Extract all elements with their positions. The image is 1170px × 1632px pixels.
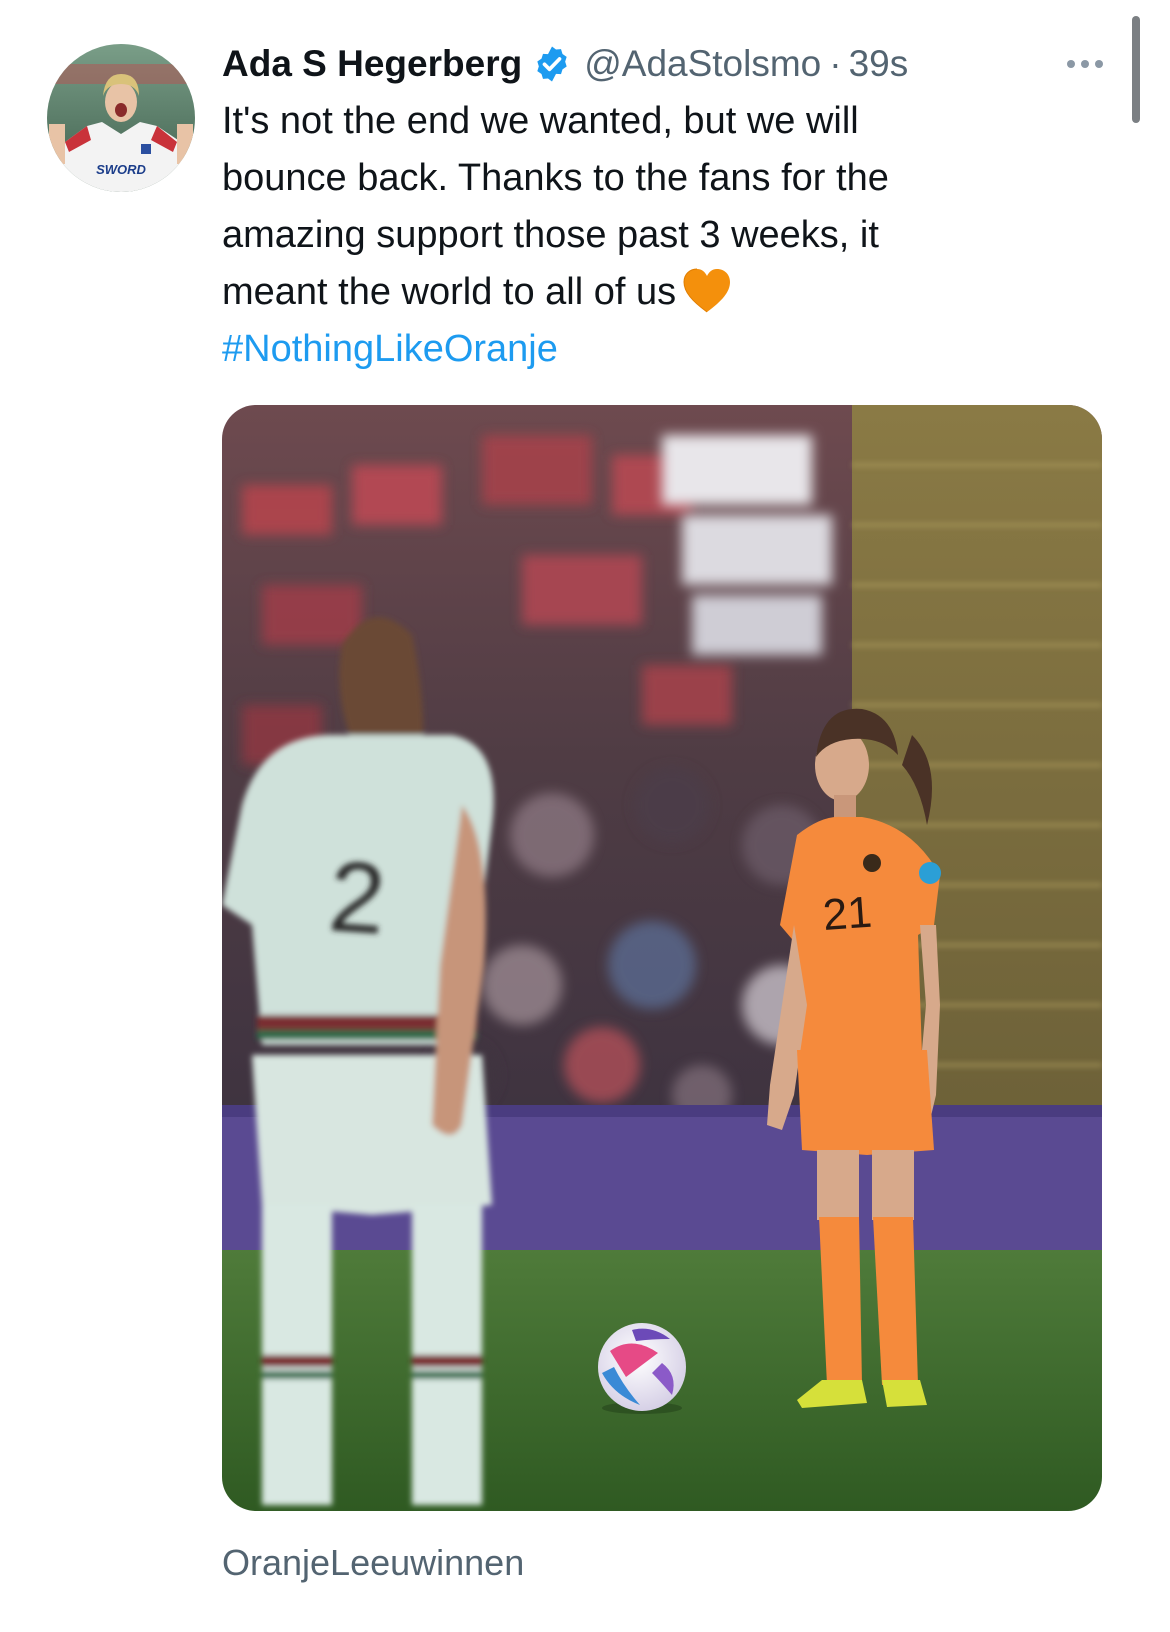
scrollbar[interactable] [1132, 16, 1140, 123]
author-name[interactable]: Ada S Hegerberg [222, 43, 522, 85]
tweet-text-line-with-emoji: meant the world to all of us [222, 264, 1042, 321]
match-photo: 2 21 [222, 405, 1102, 1511]
avatar-image: SWORD [47, 44, 195, 192]
tweet-text-line: bounce back. Thanks to the fans for the [222, 157, 889, 199]
photo-credit[interactable]: OranjeLeeuwinnen [222, 1542, 524, 1584]
tweet-text-line: meant the world to all of us [222, 271, 677, 313]
header-separator: · [829, 43, 842, 84]
tweet-header: Ada S Hegerberg @AdaStolsmo · 39s [222, 36, 908, 92]
tweet-text-line: It's not the end we wanted, but we will [222, 100, 859, 142]
author-handle[interactable]: @AdaStolsmo [584, 43, 821, 85]
tweet-timestamp[interactable]: 39s [849, 43, 909, 85]
tweet-text: It's not the end we wanted, but we will … [222, 93, 1042, 378]
tweet-media-photo[interactable]: 2 21 [222, 405, 1102, 1511]
author-avatar[interactable]: SWORD [47, 44, 195, 192]
tweet-text-line: amazing support those past 3 weeks, it [222, 214, 879, 256]
right-player-number: 21 [821, 888, 873, 940]
avatar-jersey-text: SWORD [96, 162, 146, 177]
hashtag-link[interactable]: #NothingLikeOranje [222, 328, 558, 370]
left-player-number: 2 [325, 840, 388, 956]
more-options-icon[interactable] [1058, 44, 1112, 84]
verified-badge-icon [532, 44, 572, 84]
orange-heart-icon [682, 268, 732, 314]
